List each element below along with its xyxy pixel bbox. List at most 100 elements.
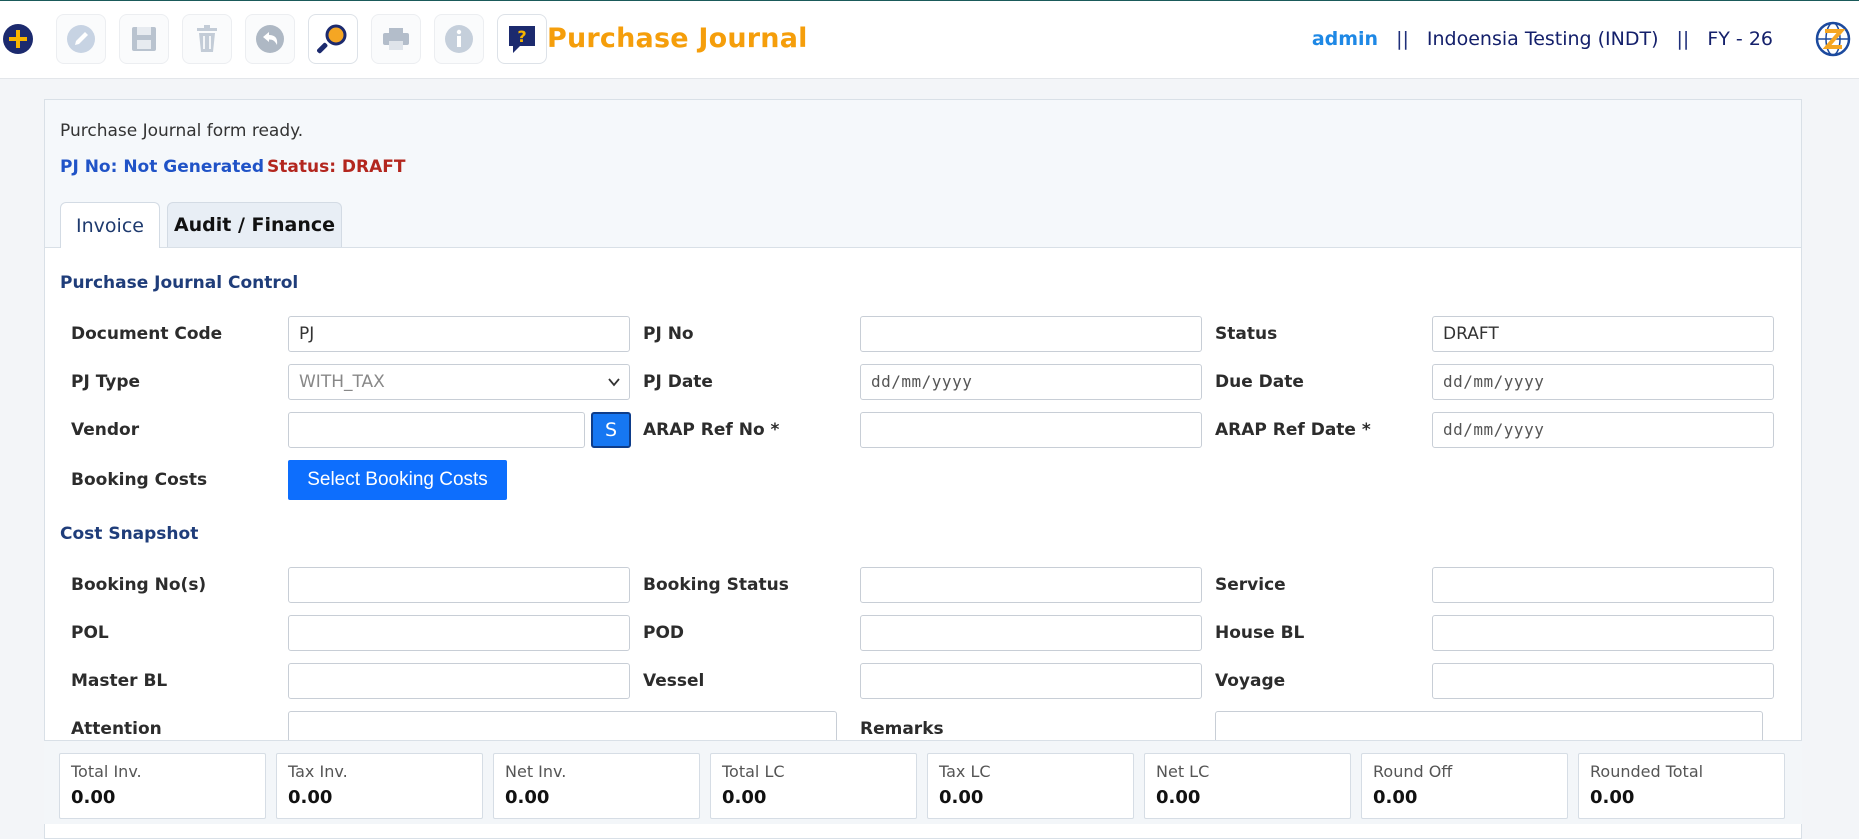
pj-type-label: PJ Type: [71, 372, 141, 392]
document-code-label: Document Code: [71, 324, 223, 344]
plus-circle-icon: [3, 24, 33, 54]
status-label: Status: [1215, 324, 1278, 344]
company-name: Indoensia Testing (INDT): [1426, 28, 1659, 50]
separator: ||: [1396, 28, 1409, 50]
total-invoice-box: Total Inv. 0.00: [59, 753, 266, 819]
vessel-field[interactable]: [860, 663, 1202, 699]
arap-ref-no-field[interactable]: [860, 412, 1202, 448]
status-indicator: Status: DRAFT: [267, 157, 406, 177]
user-context: admin || Indoensia Testing (INDT) || FY - 26: [1312, 28, 1773, 50]
due-date-field[interactable]: dd/mm/yyyy: [1432, 364, 1774, 400]
undo-arrow-icon: [256, 25, 284, 53]
pj-number-indicator: PJ No: Not Generated: [60, 157, 265, 177]
top-toolbar: ? Purchase Journal admin || Indoensia Test…: [0, 1, 1859, 79]
undo-button[interactable]: [245, 14, 295, 64]
vendor-label: Vendor: [71, 420, 140, 440]
master-bl-label: Master BL: [71, 671, 168, 691]
info-icon: [445, 25, 473, 53]
info-button[interactable]: [434, 14, 484, 64]
status-message: Purchase Journal form ready.: [60, 121, 304, 141]
totals-bar: Total Inv. 0.00 Tax Inv. 0.00 Net Inv. 0…: [44, 740, 1802, 824]
vendor-search-button[interactable]: S: [591, 412, 631, 448]
booking-costs-label: Booking Costs: [71, 470, 208, 490]
pj-type-select[interactable]: WITH_TAX: [288, 364, 630, 400]
house-bl-field[interactable]: [1432, 615, 1774, 651]
arap-ref-date-field[interactable]: dd/mm/yyyy: [1432, 412, 1774, 448]
master-bl-field[interactable]: [288, 663, 630, 699]
section-title-snapshot: Cost Snapshot: [60, 524, 199, 544]
total-value: 0.00: [1373, 787, 1418, 808]
booking-status-field[interactable]: [860, 567, 1202, 603]
delete-button[interactable]: [182, 14, 232, 64]
printer-icon: [383, 28, 409, 50]
service-label: Service: [1215, 575, 1286, 595]
tab-bar: Invoice Audit / Finance: [45, 192, 1801, 248]
tax-lc-box: Tax LC 0.00: [927, 753, 1134, 819]
pj-date-label: PJ Date: [643, 372, 713, 392]
magnifier-icon: [317, 24, 347, 54]
total-value: 0.00: [1156, 787, 1201, 808]
round-off-box: Round Off 0.00: [1361, 753, 1568, 819]
purchase-journal-form: Purchase Journal form ready. PJ No: Not …: [44, 99, 1802, 839]
chevron-down-icon: [608, 378, 620, 387]
new-button[interactable]: [2, 23, 34, 55]
select-booking-costs-button[interactable]: Select Booking Costs: [288, 460, 507, 500]
total-label: Tax LC: [939, 762, 991, 781]
remarks-label: Remarks: [860, 719, 944, 739]
arap-ref-no-label: ARAP Ref No *: [643, 420, 780, 440]
trash-icon: [197, 25, 217, 52]
tab-invoice[interactable]: Invoice: [60, 202, 160, 248]
print-button[interactable]: [371, 14, 421, 64]
booking-nos-field[interactable]: [288, 567, 630, 603]
floppy-disk-icon: [132, 27, 156, 51]
help-button[interactable]: ?: [497, 14, 547, 64]
rounded-total-box: Rounded Total 0.00: [1578, 753, 1785, 819]
booking-status-label: Booking Status: [643, 575, 789, 595]
tab-audit-finance[interactable]: Audit / Finance: [167, 202, 342, 247]
status-field[interactable]: DRAFT: [1432, 316, 1774, 352]
pj-no-field[interactable]: [860, 316, 1202, 352]
arap-ref-date-label: ARAP Ref Date *: [1215, 420, 1371, 440]
attention-label: Attention: [71, 719, 162, 739]
total-value: 0.00: [288, 787, 333, 808]
total-value: 0.00: [71, 787, 116, 808]
pod-label: POD: [643, 623, 685, 643]
edit-button[interactable]: [56, 14, 106, 64]
pod-field[interactable]: [860, 615, 1202, 651]
net-invoice-box: Net Inv. 0.00: [493, 753, 700, 819]
voyage-label: Voyage: [1215, 671, 1286, 691]
document-code-field[interactable]: PJ: [288, 316, 630, 352]
voyage-field[interactable]: [1432, 663, 1774, 699]
save-button[interactable]: [119, 14, 169, 64]
brand-logo: [1815, 21, 1851, 57]
pencil-icon: [67, 25, 95, 53]
pj-type-value: WITH_TAX: [299, 372, 385, 392]
net-lc-box: Net LC 0.00: [1144, 753, 1351, 819]
total-label: Total Inv.: [71, 762, 142, 781]
globe-logo-icon: [1815, 21, 1851, 57]
service-field[interactable]: [1432, 567, 1774, 603]
tax-invoice-box: Tax Inv. 0.00: [276, 753, 483, 819]
total-label: Tax Inv.: [288, 762, 348, 781]
separator: ||: [1676, 28, 1690, 50]
pol-field[interactable]: [288, 615, 630, 651]
message-area: Purchase Journal form ready. PJ No: Not …: [45, 100, 1801, 193]
total-label: Total LC: [722, 762, 785, 781]
pol-label: POL: [71, 623, 109, 643]
total-value: 0.00: [1590, 787, 1635, 808]
pj-date-field[interactable]: dd/mm/yyyy: [860, 364, 1202, 400]
fiscal-year: FY - 26: [1707, 28, 1773, 50]
due-date-label: Due Date: [1215, 372, 1304, 392]
svg-text:?: ?: [517, 27, 526, 46]
total-label: Net Inv.: [505, 762, 567, 781]
section-title-control: Purchase Journal Control: [60, 273, 299, 293]
user-name[interactable]: admin: [1312, 28, 1378, 50]
search-button[interactable]: [308, 14, 358, 64]
vendor-field[interactable]: [288, 412, 585, 448]
house-bl-label: House BL: [1215, 623, 1305, 643]
booking-nos-label: Booking No(s): [71, 575, 207, 595]
total-value: 0.00: [505, 787, 550, 808]
vessel-label: Vessel: [643, 671, 705, 691]
total-label: Round Off: [1373, 762, 1453, 781]
total-value: 0.00: [939, 787, 984, 808]
